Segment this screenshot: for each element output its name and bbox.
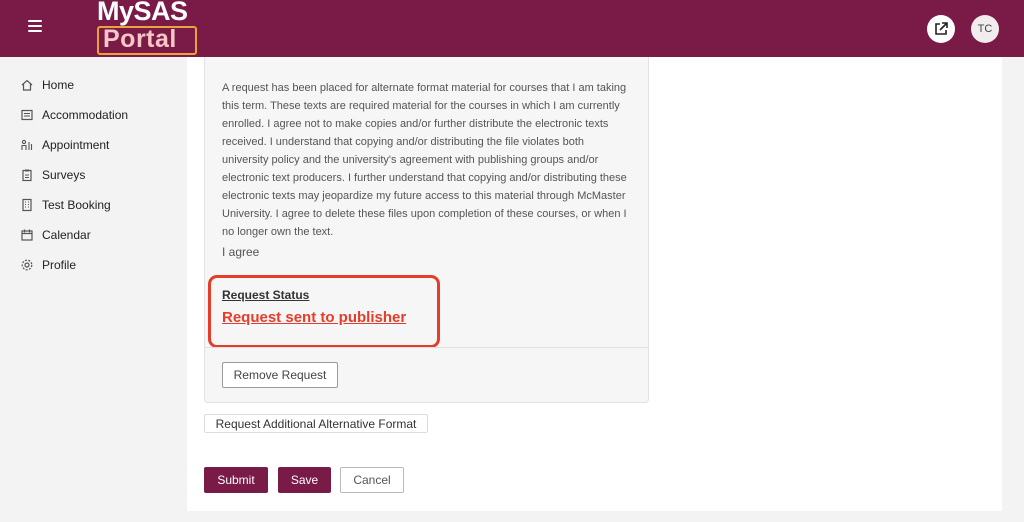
save-button[interactable]: Save <box>278 467 331 493</box>
sidebar-item-accommodation[interactable]: Accommodation <box>20 105 128 125</box>
sidebar-item-surveys[interactable]: Surveys <box>20 165 85 185</box>
sidebar-item-label: Profile <box>42 258 77 272</box>
submit-button[interactable]: Submit <box>204 467 268 493</box>
agree-label: I agree <box>222 245 260 259</box>
agreement-text: A request has been placed for alternate … <box>222 82 627 238</box>
sidebar-item-test-booking[interactable]: Test Booking <box>20 195 111 215</box>
appointment-icon <box>21 139 33 150</box>
external-link-icon <box>935 22 948 35</box>
divider <box>205 347 648 348</box>
sidebar-item-calendar[interactable]: Calendar <box>20 225 91 245</box>
sidebar-item-profile[interactable]: Profile <box>20 255 76 275</box>
document-icon <box>21 109 33 121</box>
sidebar-item-label: Appointment <box>42 138 110 152</box>
logo-subtitle: Portal <box>103 25 177 53</box>
sidebar <box>0 57 185 522</box>
logo[interactable]: MySAS Portal <box>95 0 199 57</box>
sidebar-item-label: Calendar <box>42 228 91 242</box>
top-bar: MySAS Portal TC <box>0 0 1024 57</box>
request-additional-format-button[interactable]: Request Additional Alternative Format <box>204 414 428 433</box>
sidebar-item-label: Home <box>42 78 75 92</box>
home-icon <box>21 79 33 91</box>
status-label: Request Status <box>222 288 310 302</box>
status-value[interactable]: Request sent to publisher <box>222 309 406 326</box>
sidebar-item-label: Surveys <box>42 168 86 182</box>
menu-icon[interactable] <box>28 20 42 34</box>
sidebar-item-label: Test Booking <box>42 198 111 212</box>
sidebar-item-label: Accommodation <box>42 108 129 122</box>
calendar-icon <box>21 229 33 241</box>
sidebar-item-home[interactable]: Home <box>20 75 74 95</box>
clipboard-icon <box>22 169 32 182</box>
avatar[interactable]: TC <box>971 15 999 43</box>
logo-title: MySAS <box>97 0 188 26</box>
remove-request-button[interactable]: Remove Request <box>222 362 338 388</box>
external-link-button[interactable] <box>927 15 955 43</box>
sidebar-item-appointment[interactable]: Appointment <box>20 135 109 155</box>
cancel-button[interactable]: Cancel <box>340 467 404 493</box>
gear-icon <box>21 259 33 271</box>
building-icon <box>22 198 32 212</box>
